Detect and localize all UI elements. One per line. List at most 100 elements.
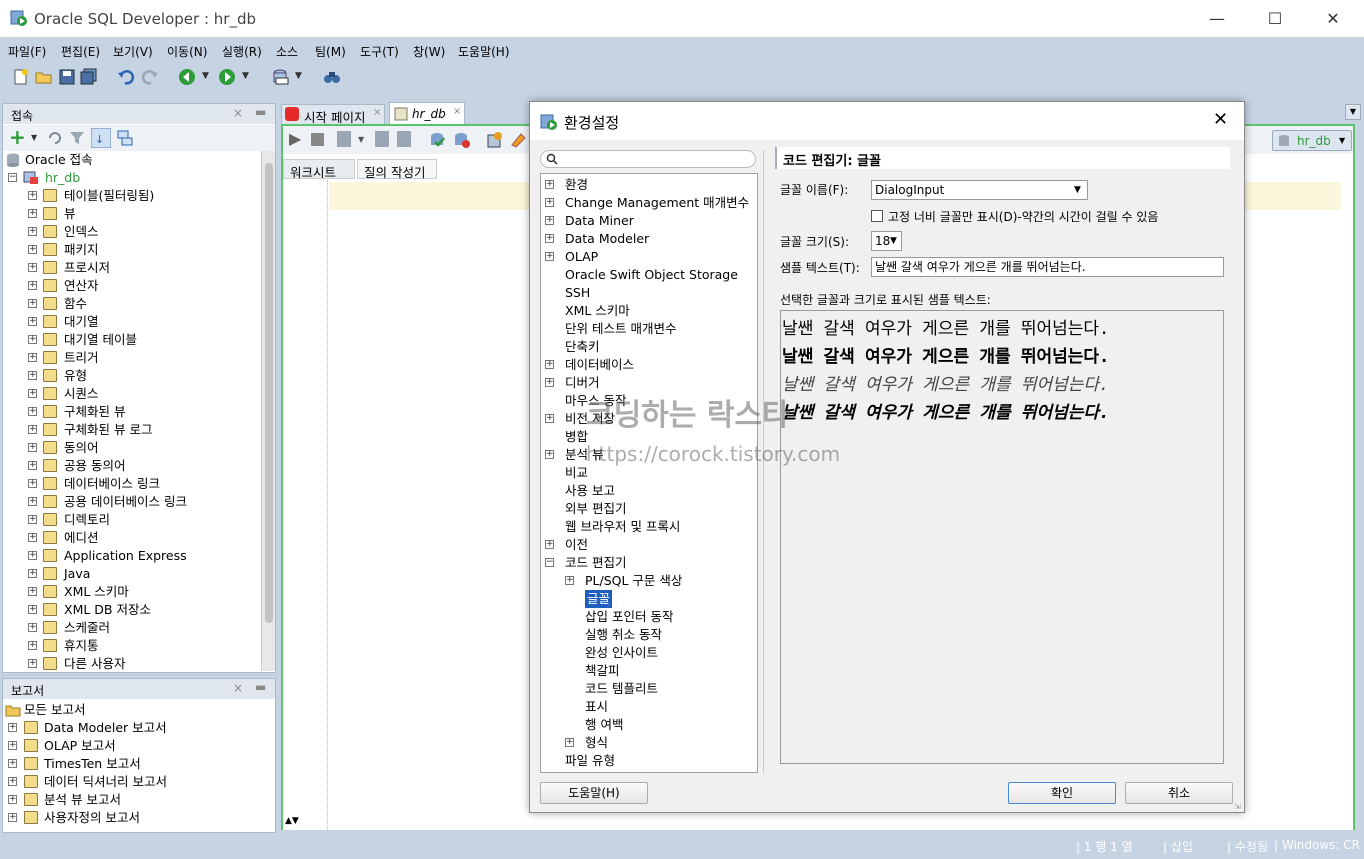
run-script-icon[interactable] <box>311 133 324 146</box>
expand-icon[interactable]: + <box>545 450 554 459</box>
expand-icon[interactable]: + <box>28 443 37 452</box>
close-dialog-icon[interactable]: ✕ <box>1213 109 1228 130</box>
minimize-panel-icon[interactable]: ▬ <box>255 680 266 694</box>
menu-file[interactable]: 파일(F) <box>8 43 46 60</box>
unshared-sql-icon[interactable] <box>486 131 504 149</box>
expand-icon[interactable]: + <box>28 281 37 290</box>
expand-icon[interactable]: + <box>28 317 37 326</box>
fixed-width-checkbox[interactable] <box>871 210 883 222</box>
tab-hr-db[interactable]: hr_db × <box>389 102 465 124</box>
maximize-button[interactable]: ☐ <box>1246 0 1304 37</box>
undo-icon[interactable] <box>117 68 135 86</box>
expand-icon[interactable]: + <box>28 263 37 272</box>
expand-icon[interactable]: + <box>545 234 554 243</box>
connections-scrollbar[interactable] <box>261 151 275 671</box>
menu-run[interactable]: 실행(R) <box>222 43 262 60</box>
expand-icon[interactable]: + <box>28 551 37 560</box>
binoculars-icon[interactable] <box>323 68 341 86</box>
save-all-icon[interactable] <box>80 68 98 86</box>
cancel-button[interactable]: 취소 <box>1125 782 1233 804</box>
expand-icon[interactable]: + <box>28 245 37 254</box>
font-size-select[interactable]: 18 ▼ <box>871 231 902 251</box>
close-tab-icon[interactable]: × <box>373 107 381 118</box>
tab-list-dropdown-icon[interactable]: ▼ <box>1345 104 1361 120</box>
expand-icon[interactable]: + <box>28 605 37 614</box>
connection-selector[interactable]: hr_db ▼ <box>1272 130 1352 151</box>
sample-text-input[interactable]: 날쌘 갈색 여우가 게으른 개를 뛰어넘는다. <box>871 257 1224 277</box>
expand-icon[interactable]: + <box>545 378 554 387</box>
back-dropdown-icon[interactable]: ▼ <box>202 71 209 81</box>
expand-icon[interactable]: + <box>28 641 37 650</box>
expand-icon[interactable]: + <box>28 209 37 218</box>
expand-icon[interactable]: + <box>545 180 554 189</box>
minimize-panel-icon[interactable]: ▬ <box>255 105 266 119</box>
menu-navigate[interactable]: 이동(N) <box>167 43 207 60</box>
expand-icon[interactable]: + <box>565 576 574 585</box>
collapse-icon[interactable]: − <box>545 558 554 567</box>
forward-dropdown-icon[interactable]: ▼ <box>242 71 249 81</box>
expand-icon[interactable]: + <box>545 216 554 225</box>
expand-icon[interactable]: + <box>28 623 37 632</box>
scroll-thumb[interactable] <box>265 163 273 623</box>
expand-icon[interactable]: + <box>8 777 17 786</box>
expand-icon[interactable]: + <box>28 191 37 200</box>
rollback-icon[interactable] <box>453 131 471 149</box>
run-statement-icon[interactable]: ▶ <box>289 129 301 148</box>
split-arrows-icon[interactable]: ▲▼ <box>285 816 299 826</box>
expand-icon[interactable]: + <box>8 741 17 750</box>
ok-button[interactable]: 확인 <box>1008 782 1116 804</box>
help-button[interactable]: 도움말(H) <box>540 782 648 804</box>
menu-team[interactable]: 팀(M) <box>315 43 346 60</box>
expand-icon[interactable]: + <box>28 335 37 344</box>
menu-window[interactable]: 창(W) <box>413 43 445 60</box>
new-file-icon[interactable] <box>12 68 30 86</box>
expand-icon[interactable]: + <box>28 515 37 524</box>
expand-icon[interactable]: + <box>28 407 37 416</box>
expand-icon[interactable]: + <box>28 227 37 236</box>
expand-icon[interactable]: + <box>565 738 574 747</box>
collapse-icon[interactable]: − <box>8 173 17 182</box>
expand-icon[interactable]: + <box>28 569 37 578</box>
connection-dropdown-icon[interactable]: ▼ <box>1339 136 1345 145</box>
sql-worksheet-icon[interactable] <box>272 68 290 86</box>
filter-icon[interactable] <box>69 130 85 146</box>
redo-icon[interactable] <box>141 68 159 86</box>
expand-icon[interactable]: + <box>8 813 17 822</box>
font-name-select[interactable]: DialogInput ▼ <box>871 180 1088 200</box>
expand-icon[interactable]: + <box>28 425 37 434</box>
autotrace-dropdown-icon[interactable]: ▼ <box>358 135 364 144</box>
autotrace-icon[interactable] <box>337 131 351 147</box>
close-panel-icon[interactable]: × <box>233 681 243 695</box>
close-window-button[interactable]: ✕ <box>1304 0 1362 37</box>
expand-icon[interactable]: + <box>28 479 37 488</box>
schema-browser-icon[interactable]: ↓ <box>91 128 111 148</box>
expand-icon[interactable]: + <box>8 795 17 804</box>
expand-icon[interactable]: + <box>8 759 17 768</box>
expand-icon[interactable]: + <box>28 533 37 542</box>
menu-view[interactable]: 보기(V) <box>113 43 153 60</box>
add-dropdown-icon[interactable]: ▼ <box>31 133 37 142</box>
back-icon[interactable] <box>178 68 196 86</box>
add-connection-icon[interactable]: + <box>9 125 26 149</box>
menu-help[interactable]: 도움말(H) <box>458 43 510 60</box>
close-panel-icon[interactable]: × <box>233 106 243 120</box>
tree-view-icon[interactable] <box>117 130 133 146</box>
sql-tuning-icon[interactable] <box>397 131 411 147</box>
expand-icon[interactable]: + <box>545 198 554 207</box>
resize-grip-icon[interactable]: ⇲ <box>1234 802 1241 811</box>
close-tab-icon[interactable]: × <box>453 106 461 117</box>
tab-start-page[interactable]: 시작 페이지 × <box>281 104 385 125</box>
explain-plan-icon[interactable] <box>375 131 389 147</box>
expand-icon[interactable]: + <box>545 360 554 369</box>
expand-icon[interactable]: + <box>545 414 554 423</box>
refresh-icon[interactable] <box>47 130 63 146</box>
expand-icon[interactable]: + <box>28 299 37 308</box>
expand-icon[interactable]: + <box>28 659 37 668</box>
expand-icon[interactable]: + <box>28 587 37 596</box>
expand-icon[interactable]: + <box>28 389 37 398</box>
minimize-button[interactable]: — <box>1188 0 1246 37</box>
expand-icon[interactable]: + <box>545 540 554 549</box>
expand-icon[interactable]: + <box>28 461 37 470</box>
expand-icon[interactable]: + <box>28 353 37 362</box>
forward-icon[interactable] <box>218 68 236 86</box>
